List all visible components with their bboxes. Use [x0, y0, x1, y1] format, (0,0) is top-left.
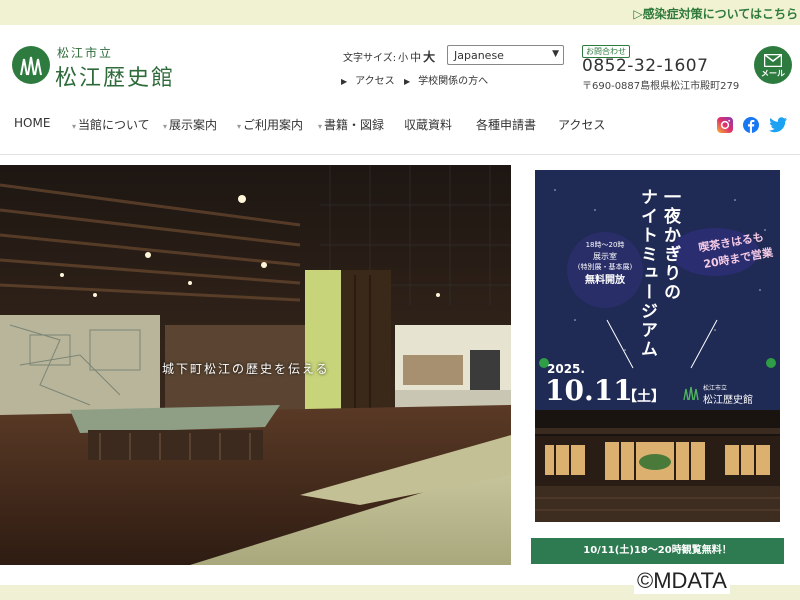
- nav-visitor-info-label: ご利用案内: [243, 118, 304, 132]
- triangle-right-icon: ▶: [341, 77, 348, 86]
- address: 〒690-0887島根県松江市殿町279: [582, 81, 740, 92]
- carousel-next-icon[interactable]: [766, 358, 776, 368]
- event-free: 無料開放: [585, 275, 625, 286]
- event-room-note: (特別展・基本展): [577, 263, 633, 271]
- hero-image: 城下町松江の歴史を伝える: [0, 165, 511, 565]
- language-select[interactable]: Japanese ▼: [447, 45, 564, 65]
- copyright-watermark: ©MDATA: [634, 568, 730, 594]
- nav-exhibitions[interactable]: ▾ 展示案内: [163, 116, 217, 133]
- language-selected-value: Japanese: [454, 49, 504, 62]
- nav-books-label: 書籍・図録: [324, 118, 385, 132]
- logo-subtitle: 松江市立: [57, 46, 114, 60]
- dropdown-icon: ▾: [163, 122, 168, 131]
- nav-about-label: 当館について: [78, 118, 150, 132]
- logo-title: 松江歴史館: [55, 66, 176, 91]
- header-access-label: アクセス: [355, 76, 395, 87]
- event-poster[interactable]: 一夜かぎりの ナイトミュージアム 喫茶きはるも 20時まで営業 18時～20時 …: [535, 170, 780, 522]
- mail-button[interactable]: メール: [754, 46, 792, 84]
- nav-divider: [0, 154, 800, 155]
- poster-logo: 松江市立 松江歴史館: [683, 385, 753, 406]
- chevron-down-icon: ▼: [552, 49, 559, 59]
- header-school-link[interactable]: ▶ 学校関係の方へ: [404, 72, 488, 87]
- dropdown-icon: ▾: [237, 122, 242, 131]
- nav-collection[interactable]: 収蔵資料: [404, 116, 452, 133]
- instagram-icon[interactable]: [717, 117, 733, 133]
- font-size-label: 文字サイズ:: [343, 53, 397, 64]
- event-room: 展示室: [593, 252, 617, 261]
- mail-label: メール: [761, 69, 785, 78]
- nav-collection-label: 収蔵資料: [404, 118, 453, 132]
- dropdown-icon: ▾: [72, 122, 77, 131]
- phone-number[interactable]: 0852-32-1607: [582, 56, 708, 76]
- header-access-link[interactable]: ▶ アクセス: [341, 72, 395, 87]
- infection-notice-link[interactable]: ▷感染症対策についてはこちら: [633, 5, 798, 22]
- nav-access-label: アクセス: [558, 118, 606, 132]
- event-day-of-week: 【土】: [623, 389, 665, 405]
- night-building-photo: [535, 410, 780, 522]
- envelope-icon: [764, 54, 782, 67]
- dropdown-icon: ▾: [318, 122, 323, 131]
- main-nav: HOME ▾ 当館について ▾ 展示案内 ▾ ご利用案内 ▾ 書籍・図録 収蔵資料 各種…: [0, 112, 800, 140]
- nav-home[interactable]: HOME: [14, 116, 50, 130]
- nav-about[interactable]: ▾ 当館について: [72, 116, 150, 133]
- nav-home-label: HOME: [14, 116, 51, 130]
- event-hours: 18時～20時: [585, 241, 625, 249]
- event-date: 10.11: [545, 374, 633, 407]
- top-banner: ▷感染症対策についてはこちら: [0, 0, 800, 25]
- poster-logo-name: 松江歴史館: [703, 395, 753, 406]
- font-size-small-button[interactable]: 小: [398, 53, 408, 64]
- nav-access[interactable]: アクセス: [558, 116, 605, 133]
- font-size-medium-button[interactable]: 中: [410, 51, 421, 64]
- logo-mark-icon: [12, 46, 50, 84]
- nav-forms[interactable]: 各種申請書: [476, 116, 536, 133]
- hero-caption: 城下町松江の歴史を伝える: [162, 362, 330, 376]
- nav-visitor-info[interactable]: ▾ ご利用案内: [237, 116, 303, 133]
- header-school-label: 学校関係の方へ: [418, 76, 489, 87]
- facebook-icon[interactable]: [743, 117, 759, 133]
- site-logo[interactable]: 松江市立 松江歴史館: [12, 46, 202, 91]
- font-size-large-button[interactable]: 大: [423, 50, 435, 64]
- event-title-line1: 一夜かぎりの: [660, 188, 680, 302]
- nav-books[interactable]: ▾ 書籍・図録: [318, 116, 384, 133]
- logo-mark-icon: [683, 386, 699, 401]
- triangle-right-icon: ▶: [404, 77, 411, 86]
- font-size-control: 文字サイズ: 小中大: [341, 48, 435, 65]
- event-hours-block: 18時～20時 展示室 (特別展・基本展) 無料開放: [569, 240, 641, 286]
- event-info-button[interactable]: 10/11(土)18～20時観覧無料！: [531, 538, 784, 564]
- carousel-prev-icon[interactable]: [539, 358, 549, 368]
- nav-forms-label: 各種申請書: [476, 118, 537, 132]
- twitter-icon[interactable]: [769, 117, 787, 133]
- nav-exhibitions-label: 展示案内: [169, 118, 218, 132]
